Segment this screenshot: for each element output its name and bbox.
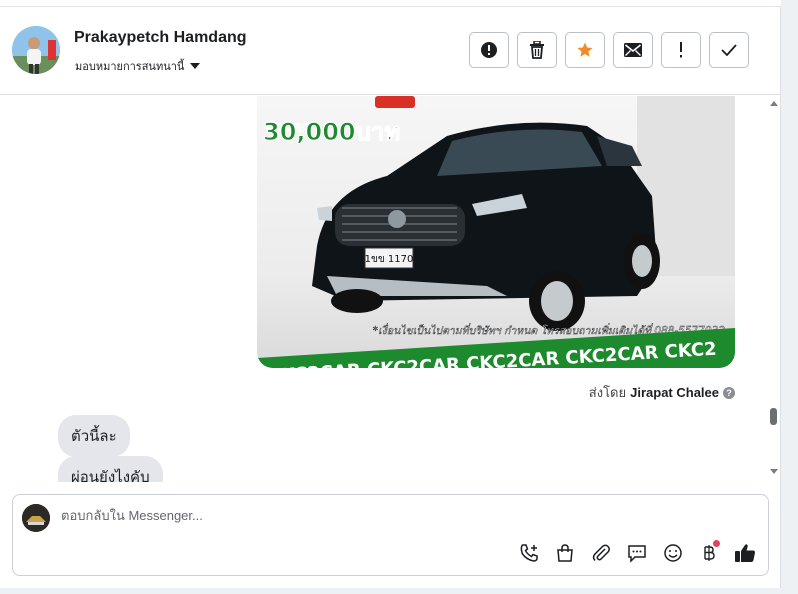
alert-circle-icon bbox=[481, 42, 497, 58]
star-button[interactable] bbox=[565, 32, 605, 68]
car-ad-image[interactable]: 1ขข 1170 ส่วนลด 30,000บาท *เงื่อนไขเป็นไ… bbox=[257, 96, 735, 368]
sent-by-prefix: ส่งโดย bbox=[588, 385, 627, 400]
envelope-icon bbox=[624, 43, 642, 57]
sender-name[interactable]: Jirapat Chalee bbox=[630, 385, 719, 400]
sent-by-line: ส่งโดย Jirapat Chalee ? bbox=[589, 382, 735, 403]
incoming-message[interactable]: ตัวนี้ละ bbox=[58, 415, 130, 457]
notification-dot bbox=[713, 540, 720, 547]
reply-composer bbox=[12, 494, 769, 576]
top-divider bbox=[0, 0, 781, 7]
paperclip-icon[interactable] bbox=[590, 542, 612, 564]
check-icon bbox=[721, 44, 737, 56]
baht-payment-icon[interactable] bbox=[698, 540, 720, 564]
page-avatar bbox=[22, 504, 50, 532]
delete-button[interactable] bbox=[517, 32, 557, 68]
message-thread: 1ขข 1170 ส่วนลด 30,000บาท *เงื่อนไขเป็นไ… bbox=[0, 96, 781, 482]
saved-reply-icon[interactable] bbox=[626, 542, 648, 564]
assign-conversation-dropdown[interactable]: มอบหมายการสนทนานี้ bbox=[75, 57, 201, 75]
help-icon[interactable]: ? bbox=[723, 386, 735, 399]
scroll-down-arrow-icon[interactable] bbox=[770, 469, 778, 474]
contact-avatar[interactable] bbox=[12, 26, 60, 74]
header-actions bbox=[469, 32, 749, 68]
star-icon bbox=[577, 42, 593, 57]
contact-name[interactable]: Prakaypetch Hamdang bbox=[74, 29, 247, 47]
license-plate: 1ขข 1170 bbox=[365, 254, 414, 265]
reply-input[interactable] bbox=[61, 508, 461, 523]
assign-label: มอบหมายการสนทนานี้ bbox=[75, 61, 185, 73]
follow-up-button[interactable] bbox=[661, 32, 701, 68]
done-button[interactable] bbox=[709, 32, 749, 68]
shopping-bag-icon[interactable] bbox=[554, 542, 576, 564]
emoji-icon[interactable] bbox=[662, 542, 684, 564]
banner-discount-amount: 30,000บาท bbox=[263, 118, 400, 146]
composer-tools bbox=[518, 540, 756, 564]
scrollbar-thumb[interactable] bbox=[770, 408, 777, 425]
conversation-header: Prakaypetch Hamdang มอบหมายการสนทนานี้ bbox=[0, 7, 781, 95]
spam-button[interactable] bbox=[469, 32, 509, 68]
chevron-down-icon bbox=[190, 63, 201, 69]
scroll-up-arrow-icon[interactable] bbox=[770, 101, 778, 106]
incoming-message[interactable]: ผ่อนยังไงคับ bbox=[58, 456, 163, 482]
mark-unread-button[interactable] bbox=[613, 32, 653, 68]
trash-icon bbox=[530, 41, 544, 59]
call-add-icon[interactable] bbox=[518, 542, 540, 564]
thumbs-up-icon[interactable] bbox=[734, 542, 756, 564]
thread-scrollbar[interactable] bbox=[767, 96, 781, 482]
exclamation-icon bbox=[680, 42, 682, 58]
messenger-panel: Prakaypetch Hamdang มอบหมายการสนทนานี้ 1… bbox=[0, 0, 781, 588]
